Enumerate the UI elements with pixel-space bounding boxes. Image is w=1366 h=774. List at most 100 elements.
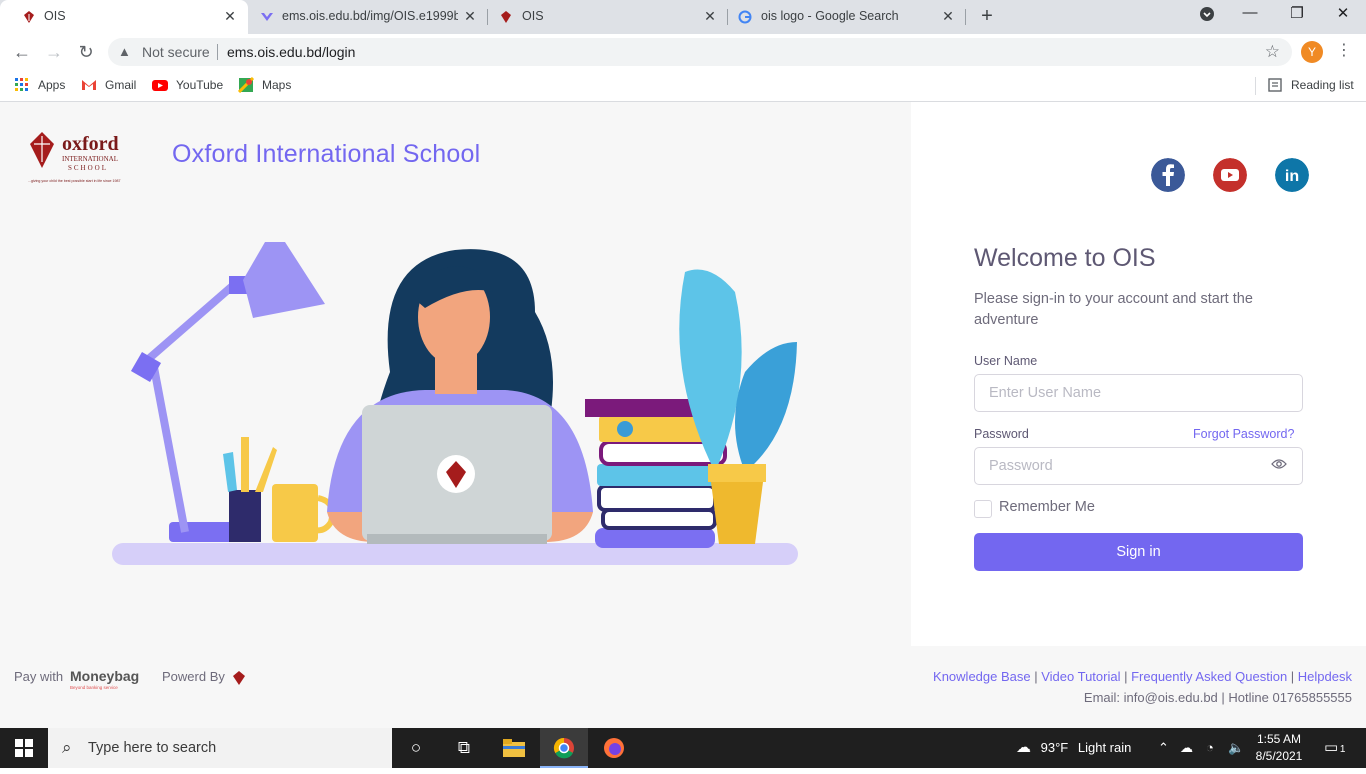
new-tab-button[interactable]: + [976, 5, 998, 28]
bookmarks-bar: Apps Gmail YouTube Maps Reading list [0, 70, 1366, 102]
weather-temp: 93°F [1040, 740, 1069, 755]
back-icon[interactable]: ← [10, 40, 34, 64]
windows-start-icon[interactable] [0, 728, 48, 768]
youtube-icon [152, 80, 168, 91]
search-icon: ⌕ [62, 738, 72, 757]
login-panel: in Welcome to OIS Please sign-in to your… [911, 102, 1366, 646]
moneybag-tagline: Beyond banking service [70, 685, 118, 690]
minimize-icon[interactable]: — [1238, 4, 1262, 21]
moneybag-logo[interactable]: Moneybag Beyond banking service [70, 666, 140, 692]
powered-by-label: Powerd By [162, 669, 225, 684]
firefox-taskbar-icon[interactable] [590, 728, 638, 768]
sign-in-button[interactable]: Sign in [974, 533, 1303, 571]
close-tab-icon[interactable]: ✕ [702, 8, 718, 25]
taskbar-search[interactable]: ⌕ Type here to search [48, 728, 392, 768]
ois-small-logo-icon [233, 671, 245, 685]
reading-list[interactable]: Reading list [1267, 77, 1354, 93]
task-view-icon[interactable]: ⧉ [440, 728, 488, 768]
cortana-icon[interactable]: ○ [392, 728, 440, 768]
username-label: User Name [974, 354, 1038, 368]
volume-icon[interactable]: 🔈 [1228, 728, 1244, 768]
reading-list-icon [1268, 78, 1282, 92]
system-clock[interactable]: 1:55 AM 8/5/2021 [1254, 731, 1304, 765]
pay-with: Pay with [14, 669, 63, 684]
apps-grid-icon [15, 78, 28, 91]
address-divider [217, 44, 218, 60]
tab-strip: OIS ✕ ems.ois.edu.bd/img/OIS.e1999be ✕ O… [0, 0, 1366, 34]
forward-icon[interactable]: → [42, 40, 66, 64]
welcome-subtitle: Please sign-in to your account and start… [974, 291, 1253, 328]
bookmark-youtube[interactable]: YouTube [152, 77, 223, 93]
tab-ois-image[interactable]: ems.ois.edu.bd/img/OIS.e1999be ✕ [248, 0, 488, 34]
wifi-icon[interactable]: ◔ [1206, 728, 1214, 768]
profile-avatar[interactable]: Y [1301, 41, 1323, 63]
warning-icon[interactable]: ▲ [118, 44, 131, 59]
ois-favicon-icon [24, 11, 34, 23]
knowledge-base-link[interactable]: Knowledge Base [933, 669, 1031, 684]
bookmark-maps[interactable]: Maps [238, 77, 291, 93]
svg-text:oxford: oxford [62, 133, 119, 155]
reload-icon[interactable]: ↻ [74, 40, 98, 64]
bookmark-apps[interactable]: Apps [14, 77, 65, 93]
weather-widget[interactable]: ☁ 93°F Light rain [1016, 728, 1131, 768]
svg-text:SCHOOL: SCHOOL [68, 164, 108, 172]
pay-with-label: Pay with [14, 669, 64, 684]
close-tab-icon[interactable]: ✕ [462, 8, 478, 25]
browser-toolbar: ← → ↻ ▲ Not secure ems.ois.edu.bd/login … [0, 34, 1366, 70]
moneybag-word: Moneybag [70, 668, 140, 684]
password-input[interactable]: Password [974, 447, 1303, 485]
linkedin-icon[interactable]: in [1275, 158, 1309, 192]
facebook-icon[interactable] [1151, 158, 1185, 192]
close-window-icon[interactable]: ✕ [1331, 4, 1355, 22]
google-favicon-icon [738, 10, 752, 24]
bookmark-star-icon[interactable]: ☆ [1265, 42, 1280, 62]
bookmark-gmail[interactable]: Gmail [81, 77, 136, 93]
tab-search-icon[interactable] [1195, 6, 1219, 26]
tab-google-search[interactable]: ois logo - Google Search ✕ [728, 0, 966, 34]
cloud-rain-icon: ☁ [1016, 739, 1031, 756]
ois-favicon-icon [501, 11, 511, 23]
youtube-icon[interactable] [1213, 158, 1247, 192]
file-explorer-icon[interactable] [490, 728, 538, 768]
login-page: oxford INTERNATIONAL SCHOOL ...giving yo… [0, 102, 1366, 728]
maps-icon [238, 77, 254, 93]
tab-title: OIS [522, 9, 544, 23]
welcome-title: Welcome to OIS [974, 244, 1156, 272]
faq-link[interactable]: Frequently Asked Question [1131, 669, 1287, 684]
tab-title: OIS [44, 9, 66, 23]
menu-icon[interactable]: ⋮ [1336, 40, 1352, 60]
windows-taskbar: ⌕ Type here to search ○ ⧉ ☁ 93°F Light r… [0, 728, 1366, 768]
hero-panel: oxford INTERNATIONAL SCHOOL ...giving yo… [0, 102, 911, 646]
notification-count: 1 [1339, 744, 1346, 755]
username-input[interactable]: Enter User Name [974, 374, 1303, 412]
onedrive-icon[interactable]: ☁ [1180, 728, 1193, 768]
video-tutorial-link[interactable]: Video Tutorial [1041, 669, 1120, 684]
forgot-password-link[interactable]: Forgot Password? [1193, 427, 1294, 441]
chrome-taskbar-icon[interactable] [540, 728, 588, 768]
close-tab-icon[interactable]: ✕ [222, 8, 238, 25]
svg-text:in: in [1285, 168, 1299, 185]
svg-text:INTERNATIONAL: INTERNATIONAL [62, 155, 118, 163]
notifications-icon[interactable]: ▭ 1 [1324, 728, 1345, 768]
tab-ois-2[interactable]: OIS ✕ [488, 0, 728, 34]
bookmark-label: Apps [38, 78, 66, 92]
remember-me-label[interactable]: Remember Me [999, 499, 1095, 515]
helpdesk-link[interactable]: Helpdesk [1298, 669, 1352, 684]
footer-links: Knowledge Base | Video Tutorial | Freque… [933, 669, 1352, 684]
tab-ois-active[interactable]: OIS ✕ [0, 0, 248, 34]
weather-text: Light rain [1077, 740, 1132, 755]
address-bar[interactable]: ▲ Not secure ems.ois.edu.bd/login ☆ [108, 38, 1292, 66]
taskbar-search-text: Type here to search [88, 740, 217, 756]
clock-date: 8/5/2021 [1255, 749, 1303, 763]
remember-me-checkbox[interactable] [974, 500, 992, 518]
restore-icon[interactable]: ❐ [1285, 4, 1309, 22]
show-password-icon[interactable] [1271, 458, 1287, 470]
tab-title: ois logo - Google Search [761, 9, 899, 23]
url-text[interactable]: ems.ois.edu.bd/login [227, 44, 355, 60]
tray-chevron-icon[interactable]: ⌃ [1158, 728, 1169, 768]
security-label[interactable]: Not secure [142, 44, 210, 60]
contact-info: Email: info@ois.edu.bd | Hotline 0176585… [1083, 690, 1352, 705]
oxford-logo: oxford INTERNATIONAL SCHOOL ...giving yo… [28, 132, 121, 183]
close-tab-icon[interactable]: ✕ [940, 8, 956, 25]
password-label: Password [974, 427, 1029, 441]
